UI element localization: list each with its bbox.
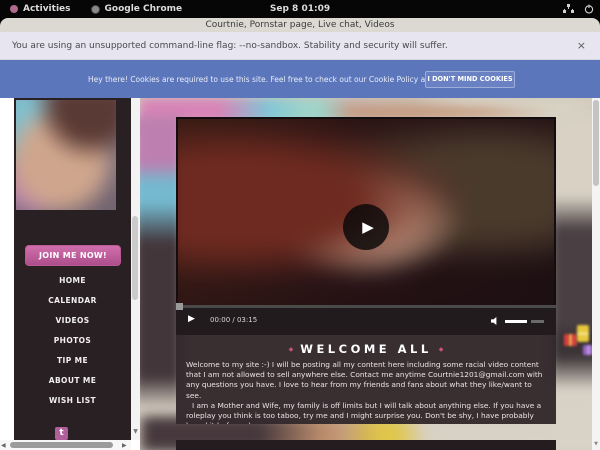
cookie-accept-button[interactable]: I DON'T MIND COOKIES (425, 71, 515, 88)
sidebar-vertical-scrollbar[interactable]: ▼ (131, 98, 140, 440)
main-content: ▶ ▶ 00:00 / 03:15 ◆WELCOME ALL◆ (140, 98, 600, 450)
video-time-display: 00:00 / 03:15 (210, 316, 257, 324)
twitter-icon[interactable]: t (55, 427, 68, 440)
page-scroll-down-icon[interactable]: ▼ (592, 441, 600, 447)
welcome-paragraph-1: Welcome to my site :-) I will be posting… (186, 360, 546, 401)
sidebar-item-wish-list[interactable]: WISH LIST (14, 391, 131, 411)
video-controls-bar: ▶ 00:00 / 03:15 (176, 305, 556, 335)
desktop-top-bar: Activities Google Chrome Sep 8 01:09 (0, 0, 600, 18)
network-icon[interactable] (563, 4, 574, 14)
sidebar-panel: JOIN ME NOW! HOME CALENDAR VIDEOS PHOTOS… (14, 98, 131, 440)
window-title: Courtnie, Pornstar page, Live chat, Vide… (205, 20, 394, 30)
volume-icon (491, 316, 501, 326)
big-play-icon: ▶ (362, 218, 374, 236)
sandbox-warning-infobar: You are using an unsupported command-lin… (0, 32, 600, 60)
infobar-message: You are using an unsupported command-lin… (12, 41, 448, 51)
welcome-section: ◆WELCOME ALL◆ Welcome to my site :-) I w… (176, 335, 556, 424)
sidebar-horizontal-scrollbar-thumb[interactable] (10, 442, 113, 448)
sidebar-item-about-me[interactable]: ABOUT ME (14, 371, 131, 391)
welcome-text: Welcome to my site :-) I will be posting… (186, 360, 546, 424)
next-section-box (176, 440, 556, 450)
gift-box-red (564, 334, 577, 346)
sidebar-horizontal-scrollbar[interactable]: ◀ ▶ (0, 440, 131, 450)
cookie-message: Hey there! Cookies are required to use t… (88, 75, 466, 84)
welcome-heading: ◆WELCOME ALL◆ (176, 342, 556, 356)
sidebar-vertical-scrollbar-thumb[interactable] (132, 216, 138, 300)
sidebar-item-videos[interactable]: VIDEOS (14, 311, 131, 331)
cookie-consent-bar: Hey there! Cookies are required to use t… (0, 60, 600, 98)
infobar-close-icon[interactable]: × (577, 39, 586, 52)
sidebar-scroll-right-icon[interactable]: ▶ (122, 442, 127, 449)
sidebar-item-photos[interactable]: PHOTOS (14, 331, 131, 351)
power-icon[interactable] (584, 4, 594, 14)
sidebar-item-calendar[interactable]: CALENDAR (14, 291, 131, 311)
play-button[interactable]: ▶ (188, 314, 195, 324)
big-play-button[interactable]: ▶ (343, 204, 389, 250)
sidebar-menu: HOME CALENDAR VIDEOS PHOTOS TIP ME ABOUT… (14, 271, 131, 411)
page-vertical-scrollbar-thumb[interactable] (593, 100, 599, 186)
join-now-button[interactable]: JOIN ME NOW! (25, 245, 121, 266)
sidebar-frame: JOIN ME NOW! HOME CALENDAR VIDEOS PHOTOS… (0, 98, 140, 450)
profile-photo-blur (16, 100, 116, 210)
diamond-icon: ◆ (432, 346, 451, 353)
volume-slider-fill[interactable] (505, 320, 527, 323)
sidebar-item-home[interactable]: HOME (14, 271, 131, 291)
clock[interactable]: Sep 8 01:09 (0, 4, 600, 14)
video-progress-bar[interactable] (176, 305, 556, 308)
diamond-icon: ◆ (282, 346, 301, 353)
window-title-bar: Courtnie, Pornstar page, Live chat, Vide… (0, 18, 600, 32)
welcome-heading-text: WELCOME ALL (300, 342, 431, 356)
volume-slider-rest[interactable] (531, 320, 544, 323)
profile-photo (16, 100, 116, 210)
sidebar-scroll-left-icon[interactable]: ◀ (1, 442, 6, 449)
video-player: ▶ ▶ 00:00 / 03:15 (176, 117, 556, 335)
sidebar-scroll-down-icon[interactable]: ▼ (131, 428, 140, 435)
video-progress-handle[interactable] (176, 303, 183, 310)
welcome-paragraph-2: I am a Mother and Wife, my family is off… (186, 401, 546, 424)
page-content: JOIN ME NOW! HOME CALENDAR VIDEOS PHOTOS… (0, 98, 600, 450)
page-vertical-scrollbar[interactable]: ▼ (592, 98, 600, 450)
gift-box-yellow (577, 325, 589, 342)
volume-control[interactable] (491, 316, 544, 326)
sidebar-item-tip-me[interactable]: TIP ME (14, 351, 131, 371)
